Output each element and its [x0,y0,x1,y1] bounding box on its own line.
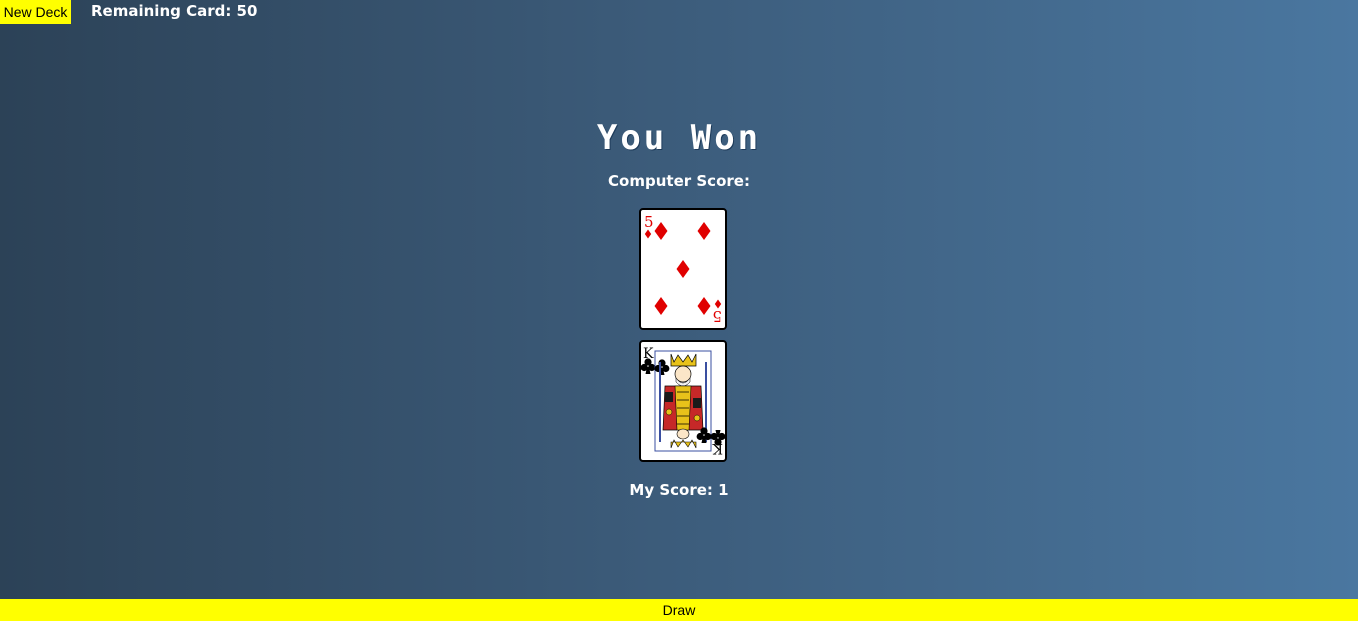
player-card: K K [639,340,727,462]
king-of-clubs-card-face: K K [641,346,725,456]
five-of-diamonds-card-face: 5 5 [644,213,722,325]
result-title: You Won [596,118,762,158]
diamond-icon [697,297,711,315]
remaining-cards-counter: Remaining Card: 50 [91,2,258,20]
diamond-icon [676,260,690,278]
diamond-icon [654,222,668,240]
my-score-label: My Score: 1 [629,481,729,499]
card-rank-corner-inverted: K [712,440,723,456]
card-rank-corner: 5 [644,213,654,231]
card-rank-corner-inverted: 5 [712,307,722,325]
draw-button[interactable]: Draw [0,599,1358,621]
new-deck-button[interactable]: New Deck [0,0,71,24]
computer-card: 5 5 [639,208,727,330]
computer-score-label: Computer Score: [608,172,750,190]
club-icon [654,359,670,375]
diamond-icon [654,297,668,315]
diamond-icon [697,222,711,240]
